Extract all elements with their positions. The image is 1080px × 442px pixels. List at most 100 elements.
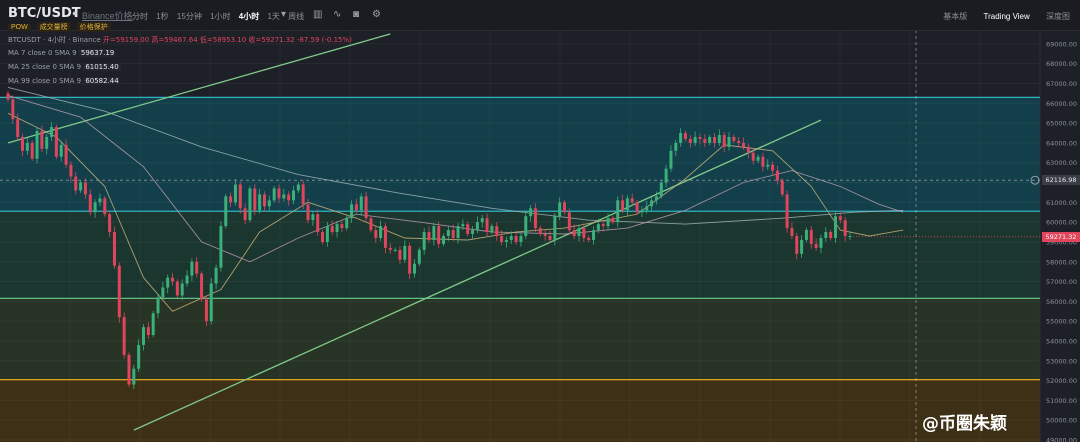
candle-body: [504, 239, 508, 242]
price-tick-label: 51000.00: [1046, 397, 1077, 405]
price-chart[interactable]: 69000.00 68000.00 67000.00 66000.00 65000.00…: [0, 0, 1080, 442]
view-depth[interactable]: 深度图: [1046, 12, 1070, 21]
candle-body: [490, 226, 494, 233]
candle-body: [538, 228, 542, 235]
candle-body: [742, 142, 746, 147]
symbol-title[interactable]: BTC/USDT: [8, 6, 81, 21]
candle-body: [533, 208, 537, 229]
candle-body: [374, 230, 378, 238]
candle-body: [688, 138, 692, 143]
candle-body: [127, 354, 131, 385]
candle-body: [267, 200, 271, 207]
candle-body: [572, 230, 576, 236]
price-tick-label: 69000.00: [1046, 40, 1077, 48]
candle-body: [592, 230, 596, 240]
timeframe-option[interactable]: 分时: [132, 11, 148, 22]
candle-body: [137, 344, 141, 369]
candle-body: [350, 204, 354, 219]
price-zone: [0, 379, 1040, 442]
candle-body: [451, 230, 455, 238]
candle-body: [558, 202, 562, 217]
timeframe-option[interactable]: 周线: [288, 11, 304, 22]
price-tick-label: 64000.00: [1046, 139, 1077, 147]
exchange-label[interactable]: Binance价格: [82, 9, 133, 22]
candle-body: [790, 228, 794, 236]
candle-body: [253, 188, 257, 211]
candle-body: [345, 218, 349, 229]
candle-body: [727, 136, 731, 147]
candle-body: [292, 190, 296, 201]
candle-body: [838, 216, 842, 221]
candle-body: [364, 196, 368, 219]
tag-pow: POW: [8, 24, 31, 31]
candle-body: [325, 226, 329, 242]
candle-body: [132, 368, 136, 385]
price-zone: [0, 298, 1040, 380]
candle-body: [204, 299, 208, 322]
candle-body: [722, 134, 726, 147]
price-tick-label: 60000.00: [1046, 219, 1077, 227]
candle-body: [398, 249, 402, 260]
price-tick-label: 55000.00: [1046, 318, 1077, 326]
camera-icon[interactable]: ◙: [353, 9, 359, 20]
ma25-legend[interactable]: MA 25 close 0 SMA 9 61015.40: [8, 63, 121, 71]
candle-body: [543, 234, 547, 236]
candle-body: [548, 236, 552, 240]
legend-ohlc: 开=59159.00 高=59467.64 低=58953.10 收=59271…: [102, 36, 352, 44]
view-tradingview[interactable]: Trading View: [984, 12, 1030, 21]
candle-body: [422, 232, 426, 250]
ma99-legend[interactable]: MA 99 close 0 SMA 9 60582.44: [8, 77, 121, 85]
legend-title: BTCUSDT · 4小时 · Binance: [8, 36, 101, 44]
timeframe-option[interactable]: 1天: [267, 11, 279, 22]
timeframe-option[interactable]: 15分钟: [177, 11, 202, 22]
chevron-down-icon[interactable]: ▾: [281, 9, 286, 20]
candle-body: [354, 204, 358, 211]
settings-icon[interactable]: ⚙: [372, 9, 381, 20]
candle-body: [50, 127, 54, 137]
ma7-label: MA 7 close 0 SMA 9: [8, 49, 77, 57]
candle-body: [69, 164, 73, 177]
price-tick-label: 53000.00: [1046, 357, 1077, 365]
ma99-value: 60582.44: [83, 77, 121, 85]
timeframe-option-active[interactable]: 4小时: [239, 11, 259, 22]
candle-body: [393, 249, 397, 251]
candle-body: [209, 283, 213, 322]
candle-body: [800, 239, 804, 254]
candle-body: [577, 228, 581, 236]
price-tick-label: 63000.00: [1046, 159, 1077, 167]
timeframe-option[interactable]: 1秒: [156, 11, 168, 22]
candle-body: [771, 164, 775, 171]
candles-icon[interactable]: ▥: [313, 9, 322, 20]
timeframe-option[interactable]: 1小时: [210, 11, 230, 22]
candle-body: [16, 119, 20, 137]
candle-body: [732, 136, 736, 141]
candle-body: [83, 182, 87, 195]
ohlc-legend: BTCUSDT · 4小时 · Binance 开=59159.00 高=594…: [8, 35, 352, 45]
price-tick-label: 66000.00: [1046, 100, 1077, 108]
candle-body: [442, 236, 446, 244]
candle-body: [674, 142, 678, 151]
ma25-value: 61015.40: [83, 63, 121, 71]
candle-body: [272, 188, 276, 201]
candle-body: [756, 156, 760, 161]
view-basic[interactable]: 基本版: [943, 12, 967, 21]
candle-body: [79, 182, 83, 191]
candle-body: [683, 133, 687, 139]
candle-body: [330, 226, 334, 233]
indicators-icon[interactable]: ∿: [333, 9, 341, 20]
candle-body: [340, 224, 344, 229]
candle-body: [775, 170, 779, 181]
candle-body: [693, 136, 697, 143]
candle-body: [224, 196, 228, 227]
candle-body: [190, 261, 194, 276]
candle-body: [287, 194, 291, 201]
candle-body: [659, 182, 663, 197]
ma7-legend[interactable]: MA 7 close 0 SMA 9 59637.19: [8, 49, 117, 57]
price-tick-label: 50000.00: [1046, 417, 1077, 425]
candle-body: [621, 200, 625, 211]
candle-body: [848, 236, 852, 237]
price-tick-label: 56000.00: [1046, 298, 1077, 306]
candle-body: [185, 275, 189, 284]
candle-body: [596, 224, 600, 231]
candle-body: [161, 287, 165, 298]
